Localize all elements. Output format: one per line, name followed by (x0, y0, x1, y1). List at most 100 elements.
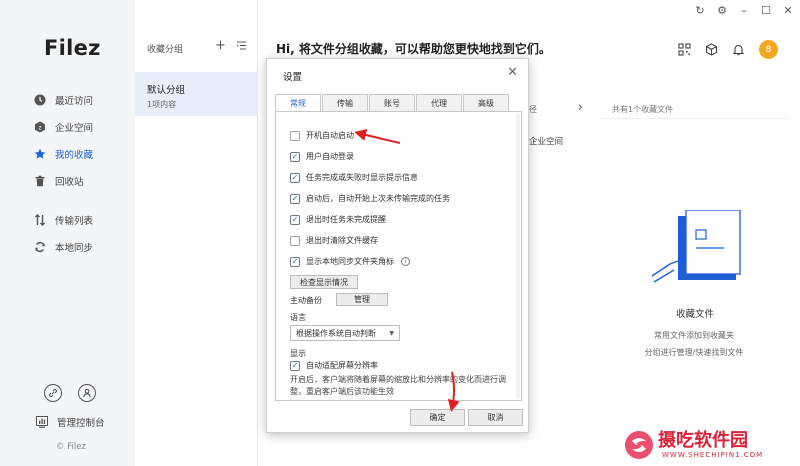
sidebar-item-label: 本地同步 (55, 242, 94, 254)
link-icon[interactable] (44, 384, 62, 402)
add-group-icon[interactable]: + (215, 38, 226, 55)
site-watermark: 摄吃软件园 WWW.SHECHIPIN1.COM (622, 424, 800, 466)
close-window-icon[interactable]: ✕ (782, 4, 794, 17)
info-icon[interactable]: i (401, 257, 410, 266)
checkbox[interactable] (290, 130, 300, 141)
group-item-default[interactable]: 默认分组 1项内容 (135, 72, 258, 116)
tab-account[interactable]: 账号 (369, 94, 415, 111)
enterprise-space-partial[interactable]: 企业空间 (529, 135, 563, 147)
display-label: 显示 (290, 349, 306, 358)
tab-advanced[interactable]: 高级 (463, 94, 509, 111)
empty-favorites-illustration-icon (650, 209, 746, 290)
sidebar-item-recent[interactable]: 最近访问 (34, 86, 93, 113)
sidebar-item-label: 最近访问 (55, 95, 94, 107)
manage-button[interactable]: 管理 (336, 293, 388, 306)
language-label: 语言 (290, 313, 306, 322)
sidebar-nav: 最近访问 z 企业空间 我的收藏 回收站 传输列表 本地同步 (34, 86, 93, 260)
header-toolbar: 8 (678, 40, 778, 59)
clock-icon (34, 94, 46, 106)
divider (600, 118, 790, 119)
ok-button[interactable]: 确定 (410, 409, 465, 426)
checkbox-checked[interactable]: ✓ (290, 256, 300, 267)
check-display-button[interactable]: 检查显示情况 (290, 275, 358, 289)
favorites-count: 共有1个收藏文件 (612, 105, 674, 114)
contacts-icon[interactable] (78, 384, 96, 402)
transfer-icon (34, 213, 46, 226)
empty-state-title: 收藏文件 (676, 309, 715, 320)
option-label: 启动后，自动开始上次未传输完成的任务 (306, 194, 450, 203)
general-settings-panel: 开机自动启动 ✓ 用户自动登录 ✓ 任务完成或失败时显示提示信息 ✓ 启动后，自… (275, 111, 522, 401)
avatar[interactable]: 8 (759, 40, 778, 59)
option-label: 退出时清除文件缓存 (306, 236, 378, 245)
tab-transfer[interactable]: 传输 (322, 94, 368, 111)
option-auto-start[interactable]: 开机自动启动 (290, 130, 354, 141)
empty-state-description: 常用文件添加到收藏夹 分组进行管理/快速找到文件 (604, 327, 784, 361)
checkbox-checked[interactable]: ✓ (290, 193, 300, 204)
console-icon (36, 416, 48, 428)
favorite-groups-panel: 收藏分组 + 默认分组 1项内容 (135, 0, 258, 466)
language-select[interactable]: 根据操作系统自动判断 ▼ (290, 325, 400, 341)
scan-qr-icon[interactable] (678, 43, 691, 56)
minimize-icon[interactable]: – (738, 4, 750, 17)
empty-desc-line-1: 常用文件添加到收藏夹 (654, 331, 734, 340)
settings-tabs: 常规 传输 账号 代理 高级 (275, 94, 510, 112)
language-value: 根据操作系统自动判断 (296, 328, 376, 338)
close-icon[interactable]: ✕ (507, 65, 518, 80)
enterprise-icon: z (34, 121, 46, 133)
tab-proxy[interactable]: 代理 (416, 94, 462, 111)
tab-general[interactable]: 常规 (275, 94, 321, 112)
chevron-down-icon: ▼ (389, 330, 394, 337)
checkbox-checked[interactable]: ✓ (290, 172, 300, 183)
scrollbar[interactable] (516, 114, 520, 398)
watermark-text: 摄吃软件园 (658, 430, 748, 451)
option-label: 自动适配屏幕分辨率 (306, 361, 378, 370)
sidebar-item-sync[interactable]: 本地同步 (34, 233, 93, 260)
empty-desc-line-2: 分组进行管理/快速找到文件 (644, 348, 744, 357)
settings-gear-icon[interactable]: ⚙ (716, 4, 728, 17)
maximize-icon[interactable]: ☐ (760, 4, 772, 17)
sidebar-item-label: 传输列表 (55, 215, 94, 227)
svg-text:z: z (38, 124, 41, 131)
sidebar-item-enterprise[interactable]: z 企业空间 (34, 113, 93, 140)
dialog-title: 设置 (283, 72, 303, 83)
backup-label: 主动备份 (290, 296, 322, 305)
trash-icon (34, 175, 46, 187)
settings-dialog: 设置 ✕ 常规 传输 账号 代理 高级 开机自动启动 ✓ 用户自动登录 ✓ 任务… (266, 58, 529, 433)
checkbox-checked[interactable]: ✓ (290, 151, 300, 162)
option-auto-login[interactable]: ✓ 用户自动登录 (290, 151, 354, 162)
sidebar-item-label: 企业空间 (55, 122, 94, 134)
sidebar-item-favorites[interactable]: 我的收藏 (34, 140, 93, 167)
option-resume-tasks[interactable]: ✓ 启动后，自动开始上次未传输完成的任务 (290, 193, 450, 204)
option-sync-badge[interactable]: ✓ 显示本地同步文件夹角标 i (290, 256, 410, 267)
chevron-right-icon[interactable]: › (578, 100, 583, 114)
cancel-button[interactable]: 取消 (468, 409, 523, 426)
option-exit-remind[interactable]: ✓ 退出时任务未完成提醒 (290, 214, 386, 225)
option-auto-dpi[interactable]: ✓ 自动适配屏幕分辨率 (290, 360, 378, 371)
admin-console-link[interactable]: 管理控制台 (36, 415, 105, 429)
groups-header: 收藏分组 (147, 45, 184, 55)
group-name: 默认分组 (147, 85, 186, 96)
sidebar-item-trash[interactable]: 回收站 (34, 167, 93, 194)
refresh-icon[interactable]: ↻ (694, 4, 706, 17)
sort-list-icon[interactable] (236, 38, 247, 55)
sidebar-item-label: 我的收藏 (55, 149, 94, 161)
bell-icon[interactable] (732, 43, 745, 56)
path-label-partial: 径 (529, 105, 537, 114)
star-icon (34, 148, 46, 160)
option-clear-cache[interactable]: 退出时清除文件缓存 (290, 235, 378, 246)
checkbox-checked[interactable]: ✓ (290, 214, 300, 225)
copyright: © Filez (56, 442, 86, 452)
checkbox[interactable] (290, 235, 300, 246)
checkbox-checked[interactable]: ✓ (290, 360, 300, 371)
page-title: Hi, 将文件分组收藏，可以帮助您更快地找到它们。 (276, 42, 551, 56)
option-task-notify[interactable]: ✓ 任务完成或失败时显示提示信息 (290, 172, 418, 183)
sync-icon (34, 241, 46, 253)
option-label: 任务完成或失败时显示提示信息 (306, 173, 418, 182)
option-label: 显示本地同步文件夹角标 (306, 257, 394, 266)
admin-console-label: 管理控制台 (57, 418, 105, 429)
option-label: 开机自动启动 (306, 131, 354, 140)
watermark-url: WWW.SHECHIPIN1.COM (662, 451, 764, 459)
dpi-note: 开启后，客户端将随着屏幕的缩放比和分辨率的变化而进行调整，重启客户端后该功能生效 (290, 375, 506, 396)
sidebar-item-transfers[interactable]: 传输列表 (34, 206, 93, 233)
cube-icon[interactable] (705, 43, 718, 56)
